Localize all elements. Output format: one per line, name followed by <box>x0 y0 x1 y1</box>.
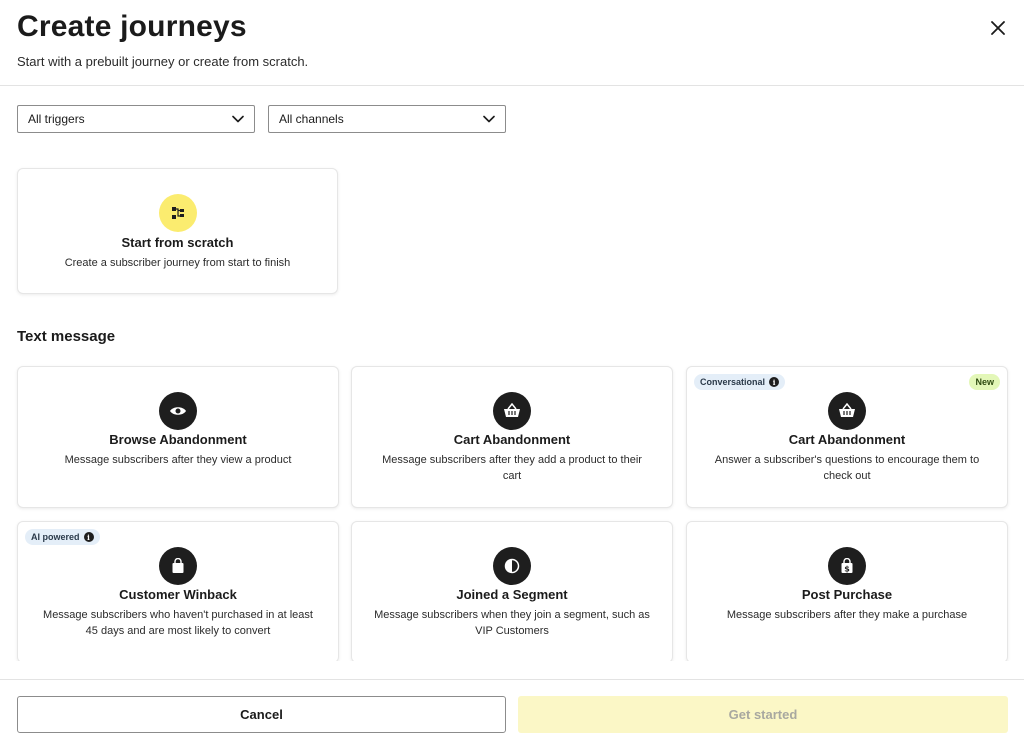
new-badge: New <box>969 374 1000 390</box>
flow-icon <box>158 194 197 232</box>
dollar-bag-icon: $ <box>828 547 866 585</box>
half-circle-icon <box>493 547 531 585</box>
card-title: Browse Abandonment <box>109 432 247 447</box>
basket-icon <box>828 392 866 430</box>
card-description: Message subscribers when they join a seg… <box>374 609 650 637</box>
journey-card-cart-abandonment[interactable]: Cart Abandonment Message subscribers aft… <box>351 366 673 508</box>
card-title: Cart Abandonment <box>788 432 906 447</box>
card-title: Cart Abandonment <box>453 432 571 447</box>
card-description: Message subscribers after they make a pu… <box>726 609 968 621</box>
basket-icon <box>493 392 531 430</box>
cancel-button[interactable]: Cancel <box>17 696 506 733</box>
card-description: Create a subscriber journey from start t… <box>64 257 291 269</box>
start-from-scratch-card[interactable]: Start from scratch Create a subscriber j… <box>17 168 338 294</box>
conversational-badge: Conversational i <box>694 374 786 390</box>
card-title: Joined a Segment <box>456 587 568 602</box>
card-description: Message subscribers after they view a pr… <box>64 454 292 466</box>
chevron-down-icon <box>232 115 244 123</box>
triggers-dropdown[interactable]: All triggers <box>17 105 255 133</box>
svg-text:$: $ <box>844 565 850 574</box>
card-description: Message subscribers after they add a pro… <box>382 454 642 482</box>
chevron-down-icon <box>483 115 495 123</box>
page-subtitle: Start with a prebuilt journey or create … <box>17 54 309 69</box>
eye-icon <box>159 392 197 430</box>
badge-label: AI powered <box>31 532 80 542</box>
channels-dropdown-value: All channels <box>279 112 344 126</box>
info-icon[interactable]: i <box>83 532 94 542</box>
modal-footer: Cancel Get started <box>0 679 1024 745</box>
journey-card-customer-winback[interactable]: AI powered i Customer Winback Message su… <box>17 521 339 661</box>
journey-list[interactable]: All triggers All channels Start from scr… <box>0 87 1024 661</box>
card-description: Answer a subscriber's questions to encou… <box>714 454 980 482</box>
card-title: Customer Winback <box>119 587 237 602</box>
journey-card-browse-abandonment[interactable]: Browse Abandonment Message subscribers a… <box>17 366 339 508</box>
journey-card-conversational-cart-abandonment[interactable]: Conversational i New Cart Abandonment An… <box>686 366 1008 508</box>
close-icon <box>991 21 1005 35</box>
card-title: Post Purchase <box>801 587 893 602</box>
journey-card-joined-a-segment[interactable]: Joined a Segment Message subscribers whe… <box>351 521 673 661</box>
card-description: Message subscribers who haven't purchase… <box>43 609 313 637</box>
info-icon[interactable]: i <box>769 377 780 387</box>
close-button[interactable] <box>986 16 1010 40</box>
triggers-dropdown-value: All triggers <box>28 112 85 126</box>
card-title: Start from scratch <box>121 235 234 250</box>
get-started-button[interactable]: Get started <box>518 696 1008 733</box>
channels-dropdown[interactable]: All channels <box>268 105 506 133</box>
page-title: Create journeys <box>17 10 247 43</box>
modal-header: Create journeys Start with a prebuilt jo… <box>0 0 1024 86</box>
badge-label: Conversational <box>700 377 766 387</box>
ai-powered-badge: AI powered i <box>25 529 100 545</box>
section-title-text-message: Text message <box>17 328 116 345</box>
journey-card-post-purchase[interactable]: $ Post Purchase Message subscribers afte… <box>686 521 1008 661</box>
bag-icon <box>159 547 197 585</box>
